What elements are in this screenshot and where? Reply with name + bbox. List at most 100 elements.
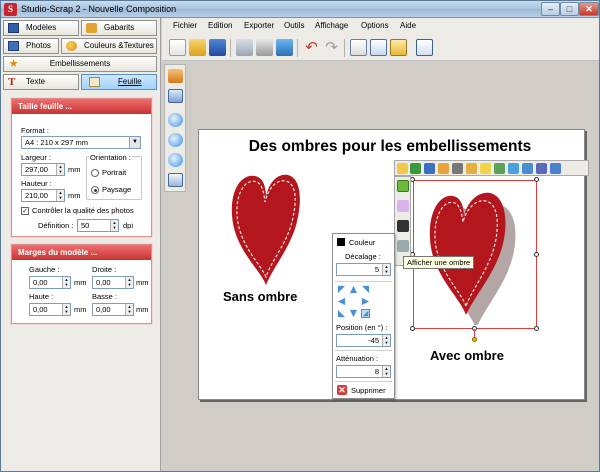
arrow-down-icon[interactable] (349, 309, 358, 318)
tab-gabarits[interactable]: Gabarits (81, 20, 157, 36)
color-icon[interactable] (397, 200, 409, 212)
menu-fichier[interactable]: Fichier (173, 21, 197, 30)
page-title[interactable]: Des ombres pour les embellissements (212, 138, 568, 156)
attenuation-input[interactable]: 8 ▲ ▼ (336, 365, 391, 378)
droite-input[interactable]: 0,00 ▲ ▼ (92, 276, 134, 289)
color-swatch[interactable] (337, 238, 345, 246)
page-setup-icon[interactable] (350, 39, 367, 56)
format-select[interactable]: A4 : 210 x 297 mm ▼ (21, 136, 141, 149)
image-icon[interactable] (424, 163, 435, 174)
arrow-down-right-icon[interactable] (361, 309, 370, 318)
spinner-icon[interactable]: ▲ ▼ (56, 190, 64, 201)
resize-handle[interactable] (534, 252, 539, 257)
brush-icon[interactable] (466, 163, 477, 174)
fullscreen-icon[interactable] (168, 173, 183, 187)
layout-icon[interactable] (370, 39, 387, 56)
spinner-icon[interactable]: ▲ ▼ (125, 304, 133, 315)
definition-input[interactable]: 50 ▲ ▼ (77, 219, 119, 232)
zoom-in-icon[interactable] (494, 163, 505, 174)
undo-icon[interactable]: ↶ (303, 39, 320, 56)
zoom-out-icon[interactable] (168, 133, 183, 147)
spinner-icon[interactable]: ▲ ▼ (382, 264, 390, 275)
brush-tool-icon[interactable] (168, 69, 183, 83)
spinner-icon[interactable]: ▲ ▼ (110, 220, 118, 231)
minimize-button[interactable]: – (541, 2, 560, 16)
selection-box[interactable] (413, 180, 537, 329)
spinner-icon[interactable]: ▲ ▼ (125, 277, 133, 288)
menu-affichage[interactable]: Affichage (315, 21, 348, 30)
lock-icon[interactable] (397, 163, 408, 174)
cube-icon[interactable] (550, 163, 561, 174)
arrow-up-icon[interactable] (349, 285, 358, 294)
tab-photos[interactable]: Photos (3, 38, 59, 54)
delete-icon[interactable]: ✕ (337, 385, 347, 395)
chevron-down-icon[interactable]: ▼ (129, 137, 140, 148)
clipboard-icon[interactable] (390, 39, 407, 56)
settings-icon[interactable] (397, 240, 409, 252)
zoom-out-icon[interactable] (508, 163, 519, 174)
menu-exporter[interactable]: Exporter (244, 21, 274, 30)
menu-outils[interactable]: Outils (284, 21, 304, 30)
menu-edition[interactable]: Edition (208, 21, 232, 30)
redo-icon[interactable]: ↷ (323, 39, 340, 56)
refresh-icon[interactable] (410, 163, 421, 174)
print-icon[interactable] (256, 39, 273, 56)
spinner-icon[interactable]: ▲ ▼ (62, 304, 70, 315)
maximize-button[interactable]: □ (560, 2, 579, 16)
couleur-button[interactable]: Couleur (349, 238, 375, 247)
resize-handle[interactable] (410, 326, 415, 331)
shadow-icon[interactable] (397, 180, 409, 192)
heart-embellishment-plain[interactable] (230, 169, 302, 287)
position-input[interactable]: -45 ▲ ▼ (336, 334, 391, 347)
arrow-up-right-icon[interactable] (361, 285, 370, 294)
tab-couleurs-textures[interactable]: Couleurs &Textures (61, 38, 157, 54)
spinner-icon[interactable]: ▲ ▼ (382, 366, 390, 377)
spinner-icon[interactable]: ▲ ▼ (62, 277, 70, 288)
resize-handle[interactable] (534, 177, 539, 182)
print-preview-icon[interactable] (236, 39, 253, 56)
fit-page-icon[interactable] (416, 39, 433, 56)
resize-handle[interactable] (534, 326, 539, 331)
haute-input[interactable]: 0,00 ▲ ▼ (29, 303, 71, 316)
menu-aide[interactable]: Aide (400, 21, 416, 30)
basse-value: 0,00 (96, 305, 111, 314)
controler-checkbox[interactable]: ✓ (21, 207, 29, 215)
export-icon[interactable] (276, 39, 293, 56)
hauteur-input[interactable]: 210,00 ▲ ▼ (21, 189, 65, 202)
close-button[interactable]: ✕ (579, 2, 599, 16)
save-icon[interactable] (209, 39, 226, 56)
zoom-fit-icon[interactable] (168, 153, 183, 167)
arrow-up-left-icon[interactable] (337, 285, 346, 294)
gauche-input[interactable]: 0,00 ▲ ▼ (29, 276, 71, 289)
arrow-right-icon[interactable] (361, 297, 370, 306)
crop-icon[interactable] (536, 163, 547, 174)
list-tool-icon[interactable] (168, 89, 183, 103)
zoom-in-icon[interactable] (168, 113, 183, 127)
basse-input[interactable]: 0,00 ▲ ▼ (92, 303, 134, 316)
rotation-handle[interactable] (472, 337, 477, 342)
tab-feuille[interactable]: Feuille (81, 74, 157, 90)
label-sans-ombre[interactable]: Sans ombre (223, 289, 297, 304)
largeur-input[interactable]: 297,00 ▲ ▼ (21, 163, 65, 176)
layer-icon[interactable] (452, 163, 463, 174)
new-file-icon[interactable] (169, 39, 186, 56)
arrow-left-icon[interactable] (337, 297, 346, 306)
open-folder-icon[interactable] (189, 39, 206, 56)
label-avec-ombre[interactable]: Avec ombre (430, 348, 504, 363)
supprimer-button[interactable]: Supprimer (351, 386, 386, 395)
spinner-icon[interactable]: ▲ ▼ (56, 164, 64, 175)
spinner-icon[interactable]: ▲ ▼ (382, 335, 390, 346)
zoom-icon[interactable] (522, 163, 533, 174)
tab-embellissements[interactable]: ★ Embellissements (3, 56, 157, 72)
portrait-radio[interactable] (91, 169, 99, 177)
decalage-input[interactable]: 5 ▲ ▼ (336, 263, 391, 276)
arrow-down-left-icon[interactable] (337, 309, 346, 318)
sticker-icon[interactable] (438, 163, 449, 174)
black-square-icon[interactable] (397, 220, 409, 232)
flash-icon[interactable] (480, 163, 491, 174)
menu-options[interactable]: Options (361, 21, 389, 30)
title-bar[interactable]: S Studio-Scrap 2 - Nouvelle Composition … (1, 1, 599, 18)
tab-texte[interactable]: T Texte (3, 74, 79, 90)
tab-modeles[interactable]: Modèles (3, 20, 79, 36)
paysage-radio[interactable] (91, 186, 99, 194)
